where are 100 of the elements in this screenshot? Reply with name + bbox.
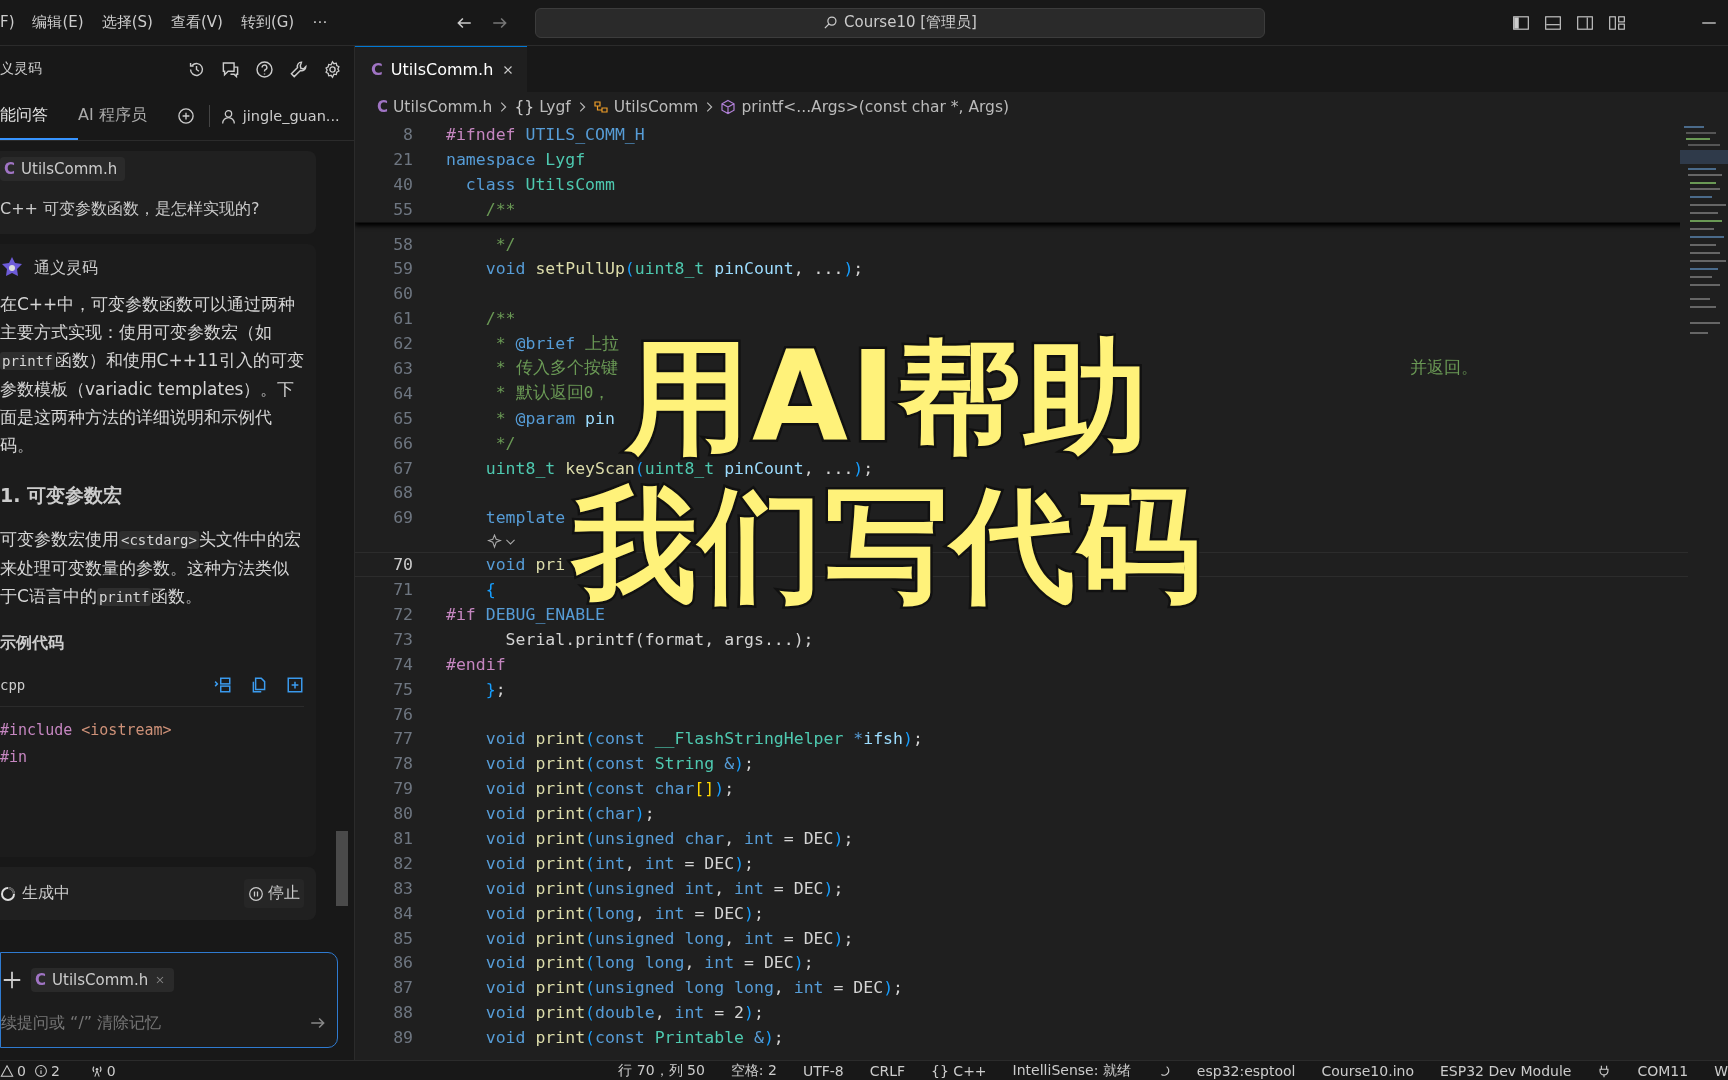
search-icon xyxy=(823,15,839,30)
panel-icon[interactable] xyxy=(1544,13,1562,32)
code-line: class UtilsComm xyxy=(464,174,615,194)
code-line: * 传入多个按键 xyxy=(494,357,618,380)
code-line: #if DEBUG_ENABLE xyxy=(446,604,605,624)
line-number: 8 xyxy=(402,124,413,144)
code-line: #in xyxy=(0,747,29,768)
code-line: #ifndef UTILS_COMM_H xyxy=(446,124,645,144)
layout-icon[interactable] xyxy=(1608,13,1626,32)
user-name[interactable]: jingle_guan... xyxy=(242,108,340,124)
plug-icon[interactable] xyxy=(1597,1063,1612,1078)
breadcrumb-item[interactable]: printf<...Args>(const char *, Args) xyxy=(720,98,1010,116)
status-item[interactable]: COM11 xyxy=(1637,1062,1689,1079)
status-item[interactable]: {} C++ xyxy=(931,1062,987,1079)
code-line: * @brief 上拉 xyxy=(494,332,620,355)
status-item[interactable]: 行 70，列 50 xyxy=(618,1061,705,1080)
status-item[interactable]: 空格: 2 xyxy=(730,1061,777,1080)
new-file-icon[interactable] xyxy=(286,676,304,694)
line-number: 59 xyxy=(392,259,413,279)
line-number: 79 xyxy=(392,779,413,799)
status-item[interactable]: 0 xyxy=(67,1062,116,1079)
status-item[interactable]: 0 xyxy=(0,1062,26,1079)
warning-icon xyxy=(0,1063,14,1078)
insert-icon[interactable] xyxy=(214,676,232,694)
status-item[interactable]: Course10.ino xyxy=(1321,1062,1414,1079)
line-number: 66 xyxy=(392,433,413,453)
code-line: * 默认返回0， xyxy=(494,382,611,405)
code-line: */ xyxy=(494,433,516,453)
code-line: template xyxy=(484,508,566,528)
panel-tab[interactable]: AI 程序员 xyxy=(78,92,177,140)
code-line: void print(const char[]); xyxy=(484,779,735,799)
line-number: 60 xyxy=(392,284,413,304)
code-line: void print(int, int = DEC); xyxy=(484,853,754,873)
line-number: 72 xyxy=(392,604,413,624)
code-line: #include <iostream> xyxy=(0,720,173,741)
question-text: C++ 可变参数函数，是怎样实现的? xyxy=(0,199,261,220)
file-chip[interactable]: C UtilsComm.h xyxy=(31,967,175,992)
code-line: * @param pin xyxy=(494,408,615,428)
section-heading: 1. 可变参数宏 xyxy=(0,483,124,508)
menu-item[interactable]: ⋯ xyxy=(303,13,337,32)
status-item[interactable]: W xyxy=(1714,1062,1728,1079)
status-item[interactable]: UTF-8 xyxy=(802,1062,844,1079)
code-line: void print(const Printable &); xyxy=(484,1028,784,1048)
menu-item[interactable]: 编辑(E) xyxy=(23,13,93,32)
line-number: 71 xyxy=(392,580,413,600)
code-line: uint8_t keyScan(uint8_t pinCount, ...); xyxy=(484,458,874,478)
line-number: 74 xyxy=(392,654,413,674)
line-number: 85 xyxy=(392,928,413,948)
line-number: 68 xyxy=(392,483,413,503)
class-icon xyxy=(592,99,609,115)
code-line: void print(double, int = 2); xyxy=(484,1003,764,1023)
line-number: 81 xyxy=(392,829,413,848)
add-circle-icon[interactable] xyxy=(176,107,195,125)
stop-button[interactable]: 停止 xyxy=(244,879,304,908)
code-line: void setPullUp(uint8_t pinCount, ...); xyxy=(484,259,864,279)
chat-icon[interactable] xyxy=(221,59,240,79)
file-chip[interactable]: C UtilsComm.h xyxy=(0,157,126,181)
sidebar-icon[interactable] xyxy=(1512,13,1530,32)
status-item[interactable]: esp32:esptool xyxy=(1196,1062,1296,1079)
status-item[interactable]: ESP32 Dev Module xyxy=(1439,1062,1572,1079)
editor-tab[interactable]: C UtilsComm.h xyxy=(355,46,528,92)
breadcrumb-item[interactable]: {} Lygf xyxy=(514,98,571,116)
code-line: /** xyxy=(484,199,516,219)
answer-paragraph: 可变参数宏使用<cstdarg>头文件中的宏来处理可变数量的参数。这种方法类似于C语言中的 printf 函数。 xyxy=(0,528,302,608)
user-icon xyxy=(219,107,237,125)
menu-item[interactable]: 转到(G) xyxy=(231,13,304,32)
copy-icon[interactable] xyxy=(250,676,268,694)
code-line: void print(unsigned long long, int = DEC); xyxy=(484,978,903,998)
settings-icon[interactable] xyxy=(323,59,342,79)
code-line: void print(const __FlashStringHelper *ifsh); xyxy=(484,729,923,749)
subheading: 示例代码 xyxy=(0,633,65,654)
sparkle-icon[interactable] xyxy=(487,533,502,549)
secondary-sidebar-icon[interactable] xyxy=(1576,13,1594,32)
code-line: void print(unsigned long, int = DEC); xyxy=(484,928,854,948)
status-item[interactable]: IntelliSense: 就绪 xyxy=(1012,1061,1131,1080)
line-number: 77 xyxy=(392,729,413,749)
command-center-text: Course10 [管理员] xyxy=(844,13,977,32)
line-number: 63 xyxy=(392,358,413,378)
line-number: 88 xyxy=(392,1003,413,1023)
scrollbar-thumb[interactable] xyxy=(336,831,348,906)
line-number: 64 xyxy=(392,383,413,403)
wrench-icon[interactable] xyxy=(289,59,308,79)
chat-input-field[interactable]: C UtilsComm.h 续提问或 “/” 清除记忆 xyxy=(0,952,338,1048)
status-item[interactable]: 2 xyxy=(33,1062,60,1079)
breadcrumb-item[interactable]: C UtilsComm.h xyxy=(377,98,493,116)
menu-item[interactable]: 查看(V) xyxy=(161,13,232,32)
command-center[interactable]: Course10 [管理员] xyxy=(535,7,1265,38)
breadcrumb-item[interactable]: UtilsComm xyxy=(592,98,699,116)
answer-paragraph: 在C++中，可变参数函数可以通过两种主要方式实现：使用可变参数宏（如 printf 函数）和使用C++11引入的可变参数模板（variadic templates）。下面是这两种方法的详细说明和示例代码。 xyxy=(0,293,304,457)
pause-icon xyxy=(248,885,264,902)
help-icon[interactable] xyxy=(255,59,274,79)
line-number: 73 xyxy=(392,629,413,649)
code-line: void print(unsigned int, int = DEC); xyxy=(484,878,844,898)
menu-item[interactable]: F) xyxy=(0,13,24,32)
line-number: 83 xyxy=(392,878,413,898)
status-item[interactable]: CRLF xyxy=(869,1062,906,1079)
menu-item[interactable]: 选择(S) xyxy=(92,13,162,32)
line-number: 89 xyxy=(392,1028,413,1048)
line-number: 62 xyxy=(392,334,413,354)
panel-tab[interactable]: 能问答 xyxy=(0,92,78,140)
